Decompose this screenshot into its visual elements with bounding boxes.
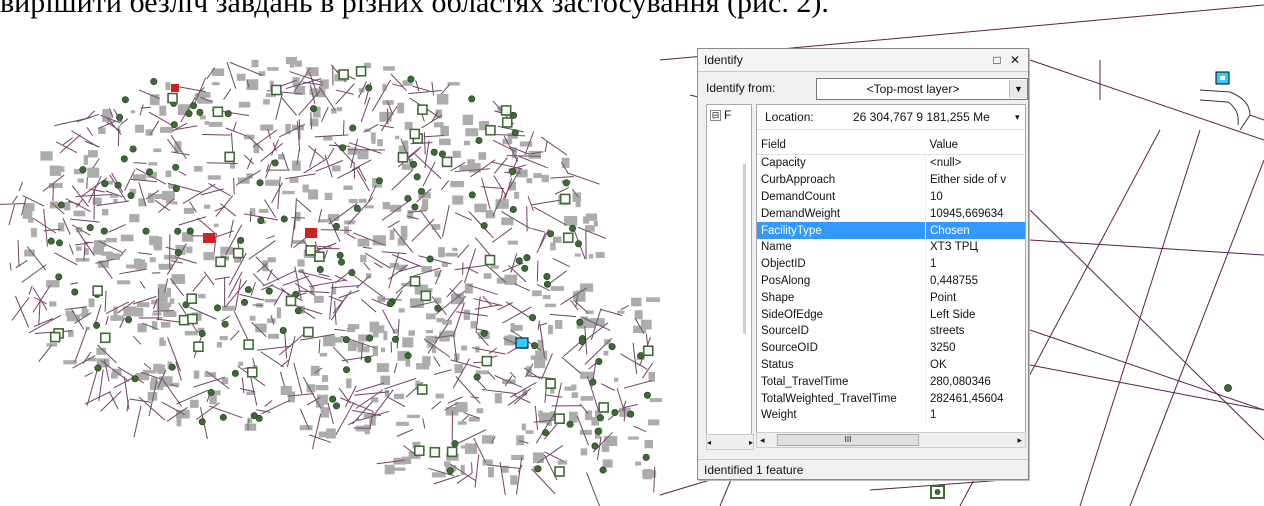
location-value: 26 304,767 9 181,255 Me [853, 110, 990, 124]
value-cell: Left Side [930, 308, 976, 321]
location-row: Location: 26 304,767 9 181,255 Me ▾ [757, 105, 1025, 130]
scroll-right-icon[interactable]: ▸ [749, 438, 753, 447]
collapse-icon[interactable]: ⊟ [710, 109, 721, 121]
table-row[interactable]: DemandWeight 10945,669634 [757, 205, 1025, 223]
scroll-left-icon[interactable]: ◂ [707, 438, 711, 447]
value-cell: 10 [930, 190, 943, 203]
attribute-table: Field Value Capacity <null> CurbApproach Ei… [757, 136, 1025, 424]
field-cell: FacilityType [757, 222, 926, 239]
value-cell: 10945,669634 [930, 207, 1004, 220]
scroll-thumb[interactable]: III [777, 434, 919, 446]
restore-button[interactable]: □ [990, 53, 1004, 67]
table-row[interactable]: Capacity <null> [757, 154, 1025, 172]
table-row[interactable]: ObjectID 1 [757, 255, 1025, 273]
table-row[interactable]: SourceID streets [757, 322, 1025, 340]
tree-node[interactable]: ⊟ F [710, 108, 731, 122]
table-row[interactable]: Weight 1 [757, 406, 1025, 424]
field-cell: Total_TravelTime [757, 373, 926, 391]
table-row[interactable]: Shape Point [757, 289, 1025, 307]
field-cell: DemandWeight [757, 205, 926, 223]
chevron-down-icon[interactable]: ▼ [1009, 80, 1027, 98]
table-row[interactable]: FacilityType Chosen [757, 222, 1025, 239]
table-row[interactable]: CurbApproach Either side of v [757, 171, 1025, 189]
field-cell: DemandCount [757, 188, 926, 206]
field-cell: Weight [757, 406, 926, 424]
table-row[interactable]: SideOfEdge Left Side [757, 306, 1025, 323]
field-cell: CurbApproach [757, 171, 926, 189]
table-header: Field Value [757, 136, 1025, 155]
field-cell: SourceOID [757, 339, 926, 357]
tree-node-label: F [724, 108, 732, 122]
identify-from-select[interactable]: <Top-most layer> ▼ [816, 78, 1028, 100]
value-cell: 3250 [930, 342, 956, 355]
identify-from-value: <Top-most layer> [866, 82, 960, 96]
value-cell: 1 [930, 409, 937, 422]
value-cell: <null> [930, 157, 962, 170]
identify-titlebar[interactable]: Identify □ ✕ [698, 49, 1028, 72]
attribute-pane: Location: 26 304,767 9 181,255 Me ▾ Fiel… [756, 104, 1026, 446]
table-row[interactable]: Name ХТЗ ТРЦ [757, 238, 1025, 256]
field-cell: Capacity [757, 154, 926, 172]
close-button[interactable]: ✕ [1008, 53, 1022, 67]
table-row[interactable]: TotalWeighted_TravelTime 282461,45604 [757, 390, 1025, 407]
value-cell: 0,448755 [930, 274, 978, 287]
value-cell: OK [930, 358, 947, 371]
status-text: Identified 1 feature [704, 462, 804, 477]
value-cell: Point [930, 291, 957, 304]
table-row[interactable]: DemandCount 10 [757, 188, 1025, 206]
zoomed-map[interactable] [0, 0, 1264, 506]
value-cell: Either side of v [930, 174, 1007, 187]
identify-title: Identify [704, 53, 743, 67]
table-row[interactable]: Total_TravelTime 280,080346 [757, 373, 1025, 391]
field-cell: Shape [757, 289, 926, 307]
units-dropdown-icon[interactable]: ▾ [1015, 112, 1025, 123]
field-cell: SourceID [757, 322, 926, 340]
value-cell: ХТЗ ТРЦ [930, 241, 978, 254]
field-cell: PosAlong [757, 272, 926, 290]
field-cell: Name [757, 238, 926, 256]
field-cell: ObjectID [757, 255, 926, 273]
value-cell: 280,080346 [930, 375, 991, 388]
identify-from-label: Identify from: [706, 81, 776, 95]
table-row[interactable]: Status OK [757, 356, 1025, 374]
value-cell: streets [930, 325, 965, 338]
field-cell: SideOfEdge [757, 306, 926, 323]
status-bar: Identified 1 feature [698, 459, 1028, 479]
value-cell: Chosen [925, 222, 1025, 239]
identify-window: Identify □ ✕ Identify from: <Top-most la… [697, 48, 1029, 480]
facility-point[interactable] [1224, 384, 1232, 392]
tree-scrollbar[interactable]: ◂ ▸ [706, 434, 754, 450]
field-cell: TotalWeighted_TravelTime [757, 390, 926, 407]
scroll-left-icon[interactable]: ◂ [760, 435, 765, 446]
value-column-header[interactable]: Value [925, 136, 1025, 155]
scroll-right-icon[interactable]: ▸ [1017, 435, 1022, 446]
table-row[interactable]: SourceOID 3250 [757, 339, 1025, 357]
value-cell: 282461,45604 [930, 392, 1004, 405]
field-cell: Status [757, 356, 926, 374]
field-column-header[interactable]: Field [757, 136, 926, 155]
table-row[interactable]: PosAlong 0,448755 [757, 272, 1025, 290]
attribute-scrollbar[interactable]: ◂ III ▸ [756, 432, 1026, 448]
value-cell: 1 [930, 258, 937, 271]
identify-from-row: Identify from: [706, 81, 793, 95]
splitter[interactable] [743, 164, 746, 334]
location-label: Location: [765, 110, 814, 124]
